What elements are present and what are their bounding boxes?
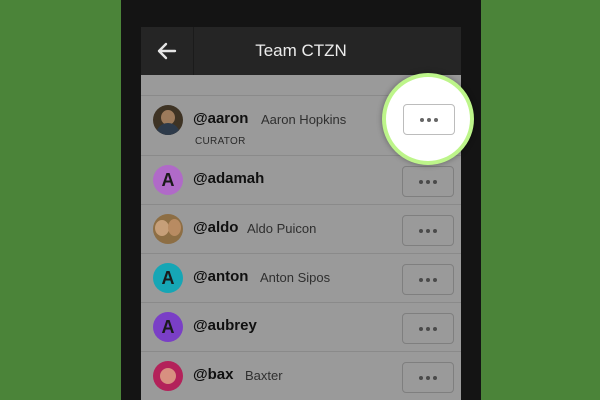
member-handle: @aaron [193,110,249,127]
member-handle: @bax [193,366,234,383]
back-button[interactable] [141,27,194,75]
highlight-circle [382,73,474,165]
member-row[interactable]: A @aubrey [141,303,461,352]
member-name: Aaron Hopkins [261,112,347,127]
avatar: A [153,312,183,342]
member-handle: @aubrey [193,317,257,334]
ellipsis-icon [419,326,437,331]
member-row[interactable]: A @adamah [141,156,461,205]
more-options-button[interactable] [402,166,454,197]
member-handle: @adamah [193,170,265,187]
more-options-button[interactable] [402,313,454,344]
avatar: A [153,263,183,293]
more-options-button[interactable] [402,362,454,393]
avatar [153,214,183,244]
avatar [153,361,183,391]
avatar [153,105,183,135]
member-handle: @anton [193,268,249,285]
arrow-left-icon [157,42,177,60]
member-row[interactable]: A @anton Anton Sipos [141,254,461,303]
member-row[interactable]: @bax Baxter [141,352,461,400]
member-role-badge: CURATOR [195,136,246,147]
phone-frame: Team CTZN @aaron Aaron Hopkins CURATOR A… [121,0,481,400]
page-title: Team CTZN [255,41,347,60]
top-bar: Team CTZN [141,27,461,75]
member-handle: @aldo [193,219,239,236]
more-options-button[interactable] [402,264,454,295]
member-name: Anton Sipos [260,270,331,285]
ellipsis-icon [420,117,438,122]
more-options-button[interactable] [402,215,454,246]
ellipsis-icon [419,228,437,233]
member-name: Aldo Puicon [247,221,317,236]
avatar: A [153,165,183,195]
ellipsis-icon [419,179,437,184]
member-row[interactable]: @aldo Aldo Puicon [141,205,461,254]
more-options-button[interactable] [403,104,455,135]
ellipsis-icon [419,375,437,380]
member-name: Baxter [245,368,283,383]
ellipsis-icon [419,277,437,282]
